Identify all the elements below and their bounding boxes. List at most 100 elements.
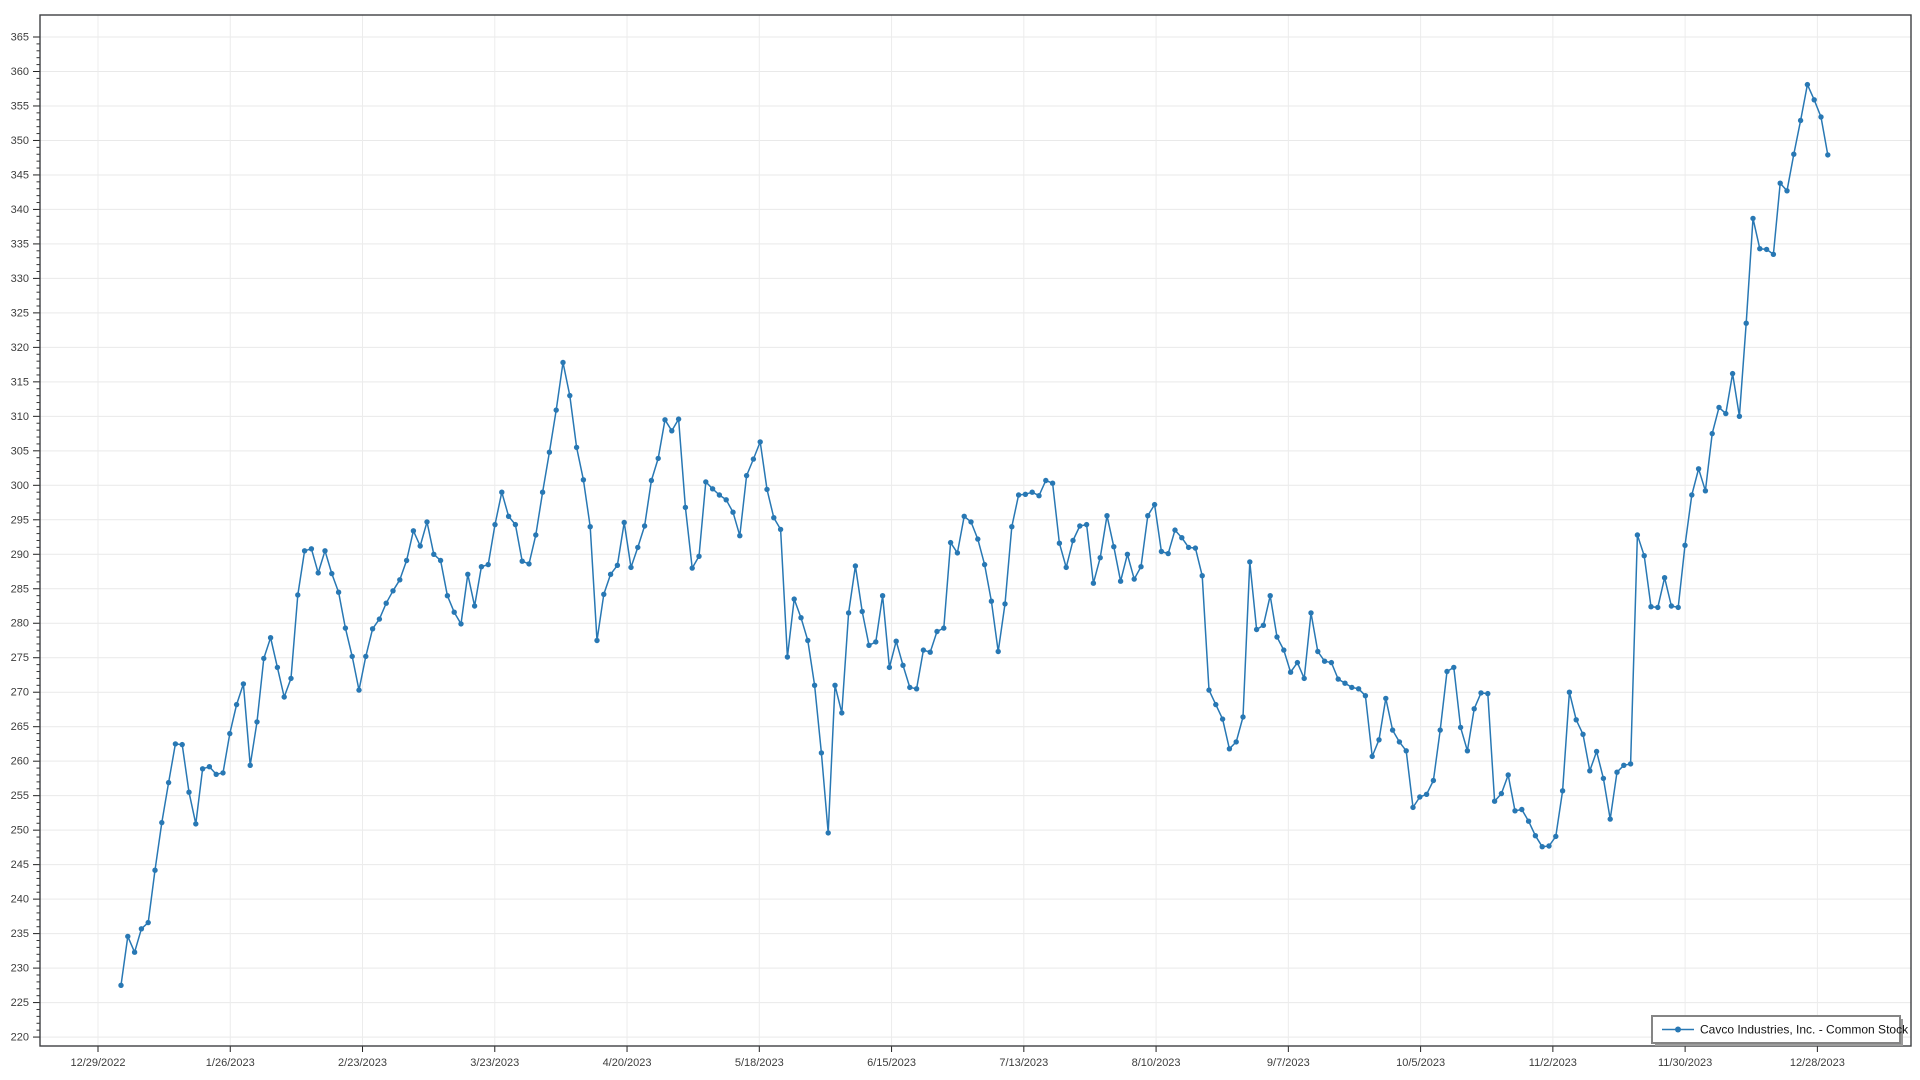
data-point[interactable] [1417,794,1422,799]
data-point[interactable] [1723,411,1728,416]
data-point[interactable] [295,592,300,597]
data-point[interactable] [1356,686,1361,691]
data-point[interactable] [1614,770,1619,775]
data-point[interactable] [1159,549,1164,554]
data-point[interactable] [227,731,232,736]
data-point[interactable] [1757,246,1762,251]
data-point[interactable] [1560,788,1565,793]
data-point[interactable] [1145,513,1150,518]
data-point[interactable] [254,719,259,724]
data-point[interactable] [1329,660,1334,665]
data-point[interactable] [1730,371,1735,376]
data-point[interactable] [1431,778,1436,783]
data-point[interactable] [771,515,776,520]
data-point[interactable] [656,456,661,461]
data-point[interactable] [159,820,164,825]
data-point[interactable] [717,492,722,497]
data-point[interactable] [635,545,640,550]
data-point[interactable] [1703,488,1708,493]
data-point[interactable] [758,439,763,444]
data-point[interactable] [1662,575,1667,580]
data-point[interactable] [751,456,756,461]
data-point[interactable] [703,479,708,484]
data-point[interactable] [601,592,606,597]
data-point[interactable] [1676,605,1681,610]
data-point[interactable] [1383,696,1388,701]
data-point[interactable] [846,610,851,615]
data-point[interactable] [1322,659,1327,664]
data-point[interactable] [894,639,899,644]
data-point[interactable] [200,766,205,771]
data-point[interactable] [1628,761,1633,766]
data-point[interactable] [1744,321,1749,326]
data-point[interactable] [1125,552,1130,557]
data-point[interactable] [1261,623,1266,628]
data-point[interactable] [445,593,450,598]
data-point[interactable] [921,647,926,652]
data-point[interactable] [1526,819,1531,824]
data-point[interactable] [1608,816,1613,821]
data-point[interactable] [1363,693,1368,698]
data-point[interactable] [248,763,253,768]
data-point[interactable] [1710,431,1715,436]
data-point[interactable] [1818,114,1823,119]
data-point[interactable] [615,563,620,568]
data-point[interactable] [1247,559,1252,564]
data-point[interactable] [554,407,559,412]
data-point[interactable] [411,528,416,533]
data-point[interactable] [547,450,552,455]
data-point[interactable] [173,741,178,746]
data-point[interactable] [1336,676,1341,681]
data-point[interactable] [887,665,892,670]
data-point[interactable] [1213,702,1218,707]
data-point[interactable] [798,615,803,620]
data-point[interactable] [1587,768,1592,773]
data-point[interactable] [730,510,735,515]
data-point[interactable] [669,428,674,433]
data-point[interactable] [1064,565,1069,570]
data-point[interactable] [1465,748,1470,753]
data-point[interactable] [282,694,287,699]
data-point[interactable] [1152,502,1157,507]
data-point[interactable] [1404,748,1409,753]
data-point[interactable] [1370,754,1375,759]
data-point[interactable] [533,532,538,537]
data-point[interactable] [397,577,402,582]
data-point[interactable] [724,497,729,502]
data-point[interactable] [696,554,701,559]
data-point[interactable] [819,750,824,755]
data-point[interactable] [1098,555,1103,560]
data-point[interactable] [1716,405,1721,410]
data-point[interactable] [744,473,749,478]
data-point[interactable] [1179,535,1184,540]
data-point[interactable] [152,868,157,873]
data-point[interactable] [1111,544,1116,549]
data-point[interactable] [955,550,960,555]
data-point[interactable] [1546,843,1551,848]
data-point[interactable] [1030,490,1035,495]
data-point[interactable] [839,710,844,715]
data-point[interactable] [1451,665,1456,670]
data-point[interactable] [1655,605,1660,610]
data-point[interactable] [1227,746,1232,751]
price-line[interactable] [121,85,1828,986]
data-point[interactable] [1132,576,1137,581]
data-point[interactable] [146,920,151,925]
data-point[interactable] [1186,545,1191,550]
data-point[interactable] [336,590,341,595]
data-point[interactable] [662,417,667,422]
data-point[interactable] [900,663,905,668]
data-point[interactable] [207,764,212,769]
data-point[interactable] [853,563,858,568]
data-point[interactable] [1342,681,1347,686]
data-point[interactable] [486,562,491,567]
data-point[interactable] [452,610,457,615]
data-point[interactable] [431,552,436,557]
data-point[interactable] [1410,805,1415,810]
data-point[interactable] [520,559,525,564]
data-point[interactable] [683,505,688,510]
data-point[interactable] [1254,627,1259,632]
data-point[interactable] [241,681,246,686]
data-point[interactable] [438,558,443,563]
data-point[interactable] [220,770,225,775]
